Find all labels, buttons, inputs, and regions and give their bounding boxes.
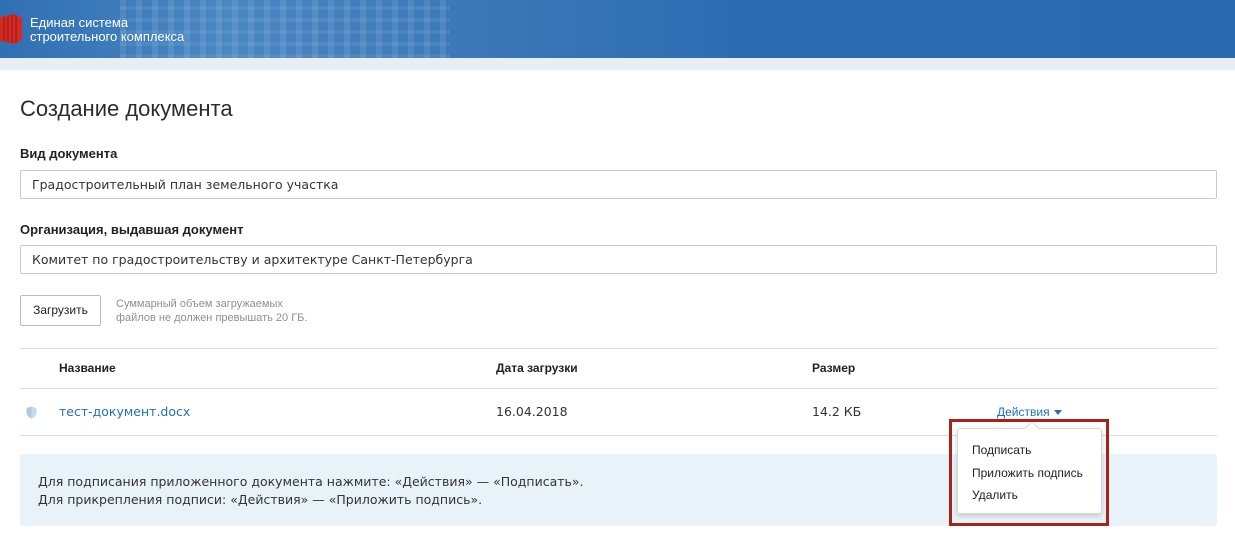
actions-label: Действия [997, 405, 1050, 419]
page-title: Создание документа [20, 96, 233, 121]
logo-icon[interactable] [0, 14, 22, 44]
upload-hint: Суммарный объем загружаемых файлов не до… [116, 297, 307, 325]
column-header-date: Дата загрузки [496, 361, 578, 375]
org-field[interactable]: Комитет по градостроительству и архитект… [20, 245, 1217, 274]
app-title-line2: строительного комплекса [30, 29, 185, 44]
doc-type-label: Вид документа [20, 146, 118, 161]
doc-type-field[interactable]: Градостроительный план земельного участк… [20, 170, 1217, 199]
header-subbar [0, 58, 1235, 70]
app-title-line1: Единая система [30, 15, 129, 30]
table-top-divider [20, 348, 1217, 349]
app-header: Единая система строительного комплекса [0, 0, 1235, 58]
shield-icon [26, 406, 37, 419]
info-line-attach: Для прикрепления подписи: «Действия» — «… [38, 492, 483, 507]
upload-hint-line2: файлов не должен превышать 20 ГБ. [116, 312, 308, 324]
caret-down-icon [1053, 410, 1062, 416]
table-header-divider [20, 388, 1217, 389]
upload-button[interactable]: Загрузить [20, 295, 101, 326]
file-name-link[interactable]: тест-документ.docx [59, 404, 190, 419]
actions-dropdown-toggle[interactable]: Действия [997, 405, 1062, 419]
app-title[interactable]: Единая система строительного комплекса [30, 16, 184, 44]
highlight-frame [949, 419, 1109, 526]
upload-hint-line1: Суммарный объем загружаемых [116, 298, 283, 310]
info-line-sign: Для подписания приложенного документа на… [38, 474, 584, 489]
file-upload-date: 16.04.2018 [496, 404, 568, 419]
column-header-name: Название [59, 361, 116, 375]
column-header-size: Размер [812, 361, 856, 375]
file-size: 14.2 КБ [812, 404, 862, 419]
org-label: Организация, выдавшая документ [20, 222, 244, 237]
